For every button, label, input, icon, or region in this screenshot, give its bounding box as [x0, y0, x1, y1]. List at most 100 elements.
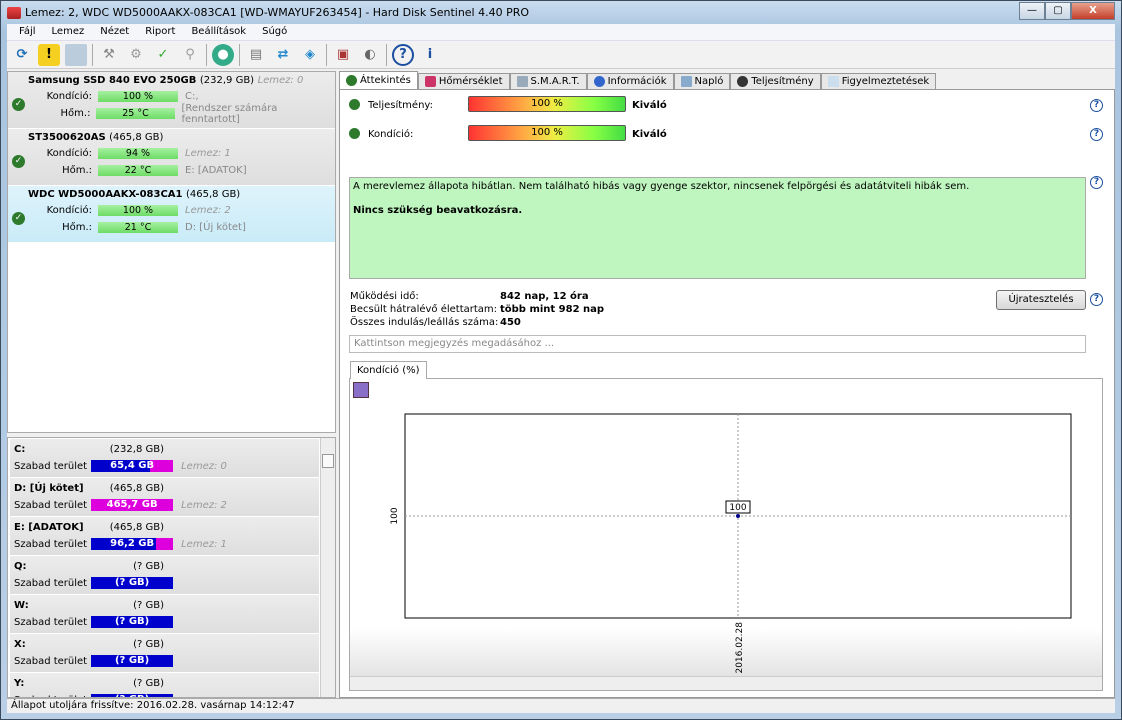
volume-item[interactable]: E: [ADATOK] (465,8 GB) Szabad terület 96,2…: [10, 517, 319, 555]
tab-log[interactable]: Napló: [673, 73, 731, 89]
help-icon[interactable]: ?: [392, 43, 414, 66]
condition-rating: Kiváló: [632, 129, 667, 140]
disk-search-icon[interactable]: ⚲: [179, 44, 201, 66]
disk-item[interactable]: ST3500620AS (465,8 GB) ✓ Kondíció: 94 % Le…: [8, 129, 335, 186]
menu-help[interactable]: Súgó: [254, 24, 295, 40]
tab-alerts[interactable]: Figyelmeztetések: [820, 73, 937, 89]
volume-list: C: (232,8 GB) Szabad terület 65,4 GB Lemez:…: [7, 437, 336, 698]
tab-smart[interactable]: S.M.A.R.T.: [509, 73, 587, 89]
free-space-bar: (? GB): [91, 577, 174, 589]
save-icon[interactable]: [353, 382, 369, 398]
disk-name: WDC WD5000AAKX-083CA1 (465,8 GB): [28, 189, 241, 200]
refresh-icon[interactable]: ⟳: [11, 44, 33, 66]
disk-tool-icon[interactable]: ⚒: [98, 44, 120, 66]
x-tick-label: 2016.02.28: [735, 622, 745, 674]
volume-name: D: [Új kötet]: [14, 483, 84, 494]
smart-icon: [516, 76, 528, 87]
condition-chart: 100 2016.02.28 100: [390, 413, 1072, 674]
network-icon[interactable]: ◈: [299, 44, 321, 66]
volume-disk: Lemez: 0: [181, 460, 227, 472]
minimize-button[interactable]: —: [1019, 2, 1045, 20]
chart-scrollbar[interactable]: [350, 676, 1102, 690]
disk-item[interactable]: WDC WD5000AAKX-083CA1 (465,8 GB) ✓ Kondí…: [8, 186, 335, 243]
laptop-icon[interactable]: ▣: [332, 44, 354, 66]
disk-note: E: [ADATOK]: [185, 165, 247, 176]
temp-label: Hőm.:: [62, 222, 92, 233]
note-input[interactable]: Kattintson megjegyzés megadásához ...: [349, 335, 1086, 353]
check-icon: ✓: [12, 155, 25, 168]
check-icon: [349, 128, 360, 139]
maximize-button[interactable]: ▢: [1045, 2, 1071, 20]
volume-name: W:: [14, 600, 29, 611]
volume-item[interactable]: W: (? GB) Szabad terület (? GB): [10, 595, 319, 633]
app-icon: [7, 7, 21, 19]
tab-info[interactable]: Információk: [586, 73, 674, 89]
info-key: Becsült hátralévő élettartam:: [350, 304, 498, 315]
temp-bar: 22 °C: [98, 165, 178, 176]
close-button[interactable]: X: [1071, 2, 1115, 20]
volume-name: Y:: [14, 678, 25, 689]
volume-item[interactable]: C: (232,8 GB) Szabad terület 65,4 GB Lemez:…: [10, 439, 319, 477]
tab-overview[interactable]: Áttekintés: [339, 71, 418, 89]
disk-schedule-icon[interactable]: ⚙: [125, 44, 147, 66]
condition-bar: 100 %: [98, 91, 178, 102]
alert-icon[interactable]: !: [38, 43, 60, 66]
menu-view[interactable]: Nézet: [92, 24, 137, 40]
volume-item[interactable]: X: (? GB) Szabad terület (? GB): [10, 634, 319, 672]
volume-name: Q:: [14, 561, 27, 572]
tab-bar: Áttekintés Hőmérséklet S.M.A.R.T. Inform…: [339, 71, 1115, 89]
chart-tab-condition[interactable]: Kondíció (%): [350, 361, 427, 379]
menu-report[interactable]: Riport: [137, 24, 183, 40]
volume-size: (? GB): [133, 639, 164, 650]
check-icon: [346, 75, 357, 86]
help-icon[interactable]: ?: [1090, 128, 1103, 141]
info-value: több mint 982 nap: [500, 304, 605, 315]
condition-bar: 94 %: [98, 148, 178, 159]
volume-size: (465,8 GB): [109, 522, 164, 533]
menu-file[interactable]: Fájl: [11, 24, 44, 40]
volume-size: (465,8 GB): [109, 483, 164, 494]
retest-button[interactable]: Újratesztelés: [996, 290, 1086, 310]
menu-disk[interactable]: Lemez: [44, 24, 93, 40]
free-space-bar: (? GB): [91, 655, 174, 667]
help-icon[interactable]: ?: [1090, 293, 1103, 306]
help-icon[interactable]: ?: [1090, 176, 1103, 189]
disk-item[interactable]: Samsung SSD 840 EVO 250GB (232,9 GB) Lem…: [8, 72, 335, 129]
disk-check-icon[interactable]: ✓: [152, 44, 174, 66]
performance-rating: Kiváló: [632, 100, 667, 111]
disk-icon[interactable]: [65, 43, 87, 66]
info-icon[interactable]: i: [419, 44, 441, 66]
free-space-bar: (? GB): [91, 616, 174, 628]
sync-icon[interactable]: ⇄: [272, 44, 294, 66]
tab-performance[interactable]: Teljesítmény: [730, 73, 821, 89]
volume-item[interactable]: Y:(? GB) Szabad terület(? GB): [10, 673, 319, 697]
document-icon[interactable]: ▤: [245, 44, 267, 66]
gauge-icon: [737, 76, 749, 87]
check-icon: ✓: [12, 212, 25, 225]
tab-temperature[interactable]: Hőmérséklet: [417, 73, 510, 89]
volume-size: (? GB): [133, 600, 164, 611]
free-label: Szabad terület: [14, 499, 88, 511]
disk-name: ST3500620AS (465,8 GB): [28, 132, 164, 143]
free-label: Szabad terület: [14, 616, 88, 628]
info-icon: [593, 76, 605, 87]
help-icon[interactable]: ?: [1090, 99, 1103, 112]
volume-item[interactable]: Q: (? GB) Szabad terület (? GB): [10, 556, 319, 594]
volume-disk: Lemez: 1: [181, 538, 227, 550]
condition-meter: 100 %: [468, 125, 626, 141]
free-label: Szabad terület: [14, 538, 88, 550]
status-message: A merevlemez állapota hibátlan. Nem talá…: [349, 177, 1086, 279]
temp-bar: 21 °C: [98, 222, 178, 233]
menu-settings[interactable]: Beállítások: [183, 24, 254, 40]
free-space-bar: 65,4 GB: [91, 460, 174, 472]
info-key: Összes indulás/leállás száma:: [350, 317, 499, 328]
info-value: 842 nap, 12 óra: [500, 291, 589, 302]
check-icon: [349, 99, 360, 110]
disk-partitions: C:,: [185, 91, 199, 102]
volume-scrollbar[interactable]: [320, 438, 335, 697]
disk-partitions: Lemez: 1: [185, 148, 231, 159]
volume-item[interactable]: D: [Új kötet] (465,8 GB) Szabad terület 46…: [10, 478, 319, 516]
free-label: Szabad terület: [14, 460, 88, 472]
speaker-icon[interactable]: ◐: [359, 44, 381, 66]
globe-icon[interactable]: ●: [212, 43, 234, 66]
